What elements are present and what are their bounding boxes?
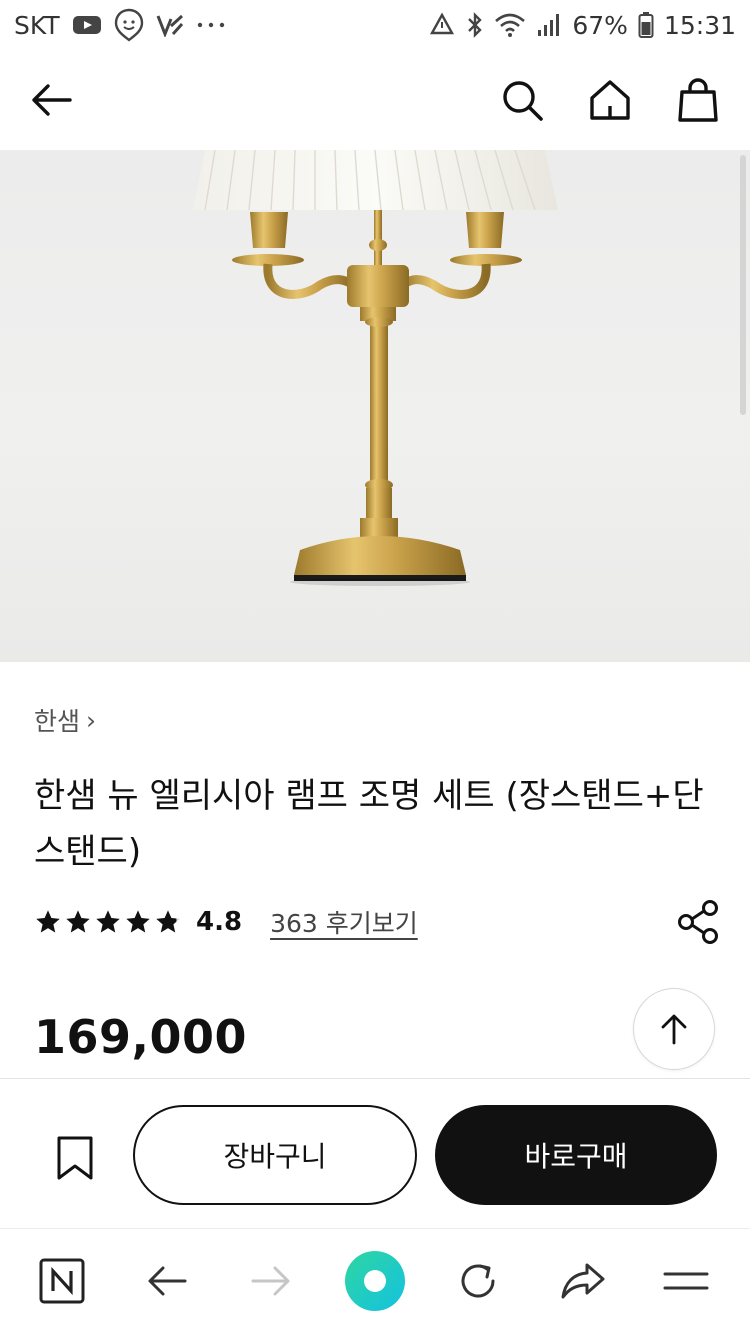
home-icon: [590, 80, 630, 120]
star-icon: [96, 910, 120, 933]
face-app-icon: [114, 8, 144, 42]
clock: 15:31: [663, 10, 736, 40]
browser-reload-button[interactable]: [448, 1251, 508, 1311]
star-icon: [36, 910, 60, 933]
bluetooth-icon: [466, 11, 484, 39]
star-icon: [156, 910, 180, 933]
home-button[interactable]: [586, 76, 634, 124]
purchase-bar: 장바구니 바로구매: [0, 1078, 750, 1228]
star-icon: [126, 910, 150, 933]
refresh-icon: [461, 1264, 495, 1298]
browser-forward-button[interactable]: [241, 1251, 301, 1311]
recycle-icon: [428, 12, 456, 38]
hamburger-menu-icon: [663, 1272, 709, 1290]
rating-row: 4.8 363 후기보기: [34, 900, 418, 944]
forward-share-icon: [561, 1263, 605, 1299]
status-bar: SKT 67% 15:31: [0, 0, 750, 50]
browser-menu-button[interactable]: [656, 1251, 716, 1311]
product-price: 169,000: [34, 1010, 248, 1064]
bookmark-button[interactable]: [52, 1133, 98, 1183]
carrier-label: SKT: [14, 10, 60, 40]
star-rating: [34, 908, 182, 936]
share-button[interactable]: [672, 896, 724, 948]
arrow-right-icon: [251, 1266, 290, 1296]
more-dots-icon: [196, 20, 226, 30]
product-image-gallery[interactable]: 3 5: [0, 150, 750, 662]
cart-button[interactable]: [674, 76, 722, 124]
naver-n-icon: [39, 1258, 85, 1304]
v-app-icon: [156, 13, 184, 37]
app-header: [0, 50, 750, 150]
product-title: 한샘 뉴 엘리시아 램프 조명 세트 (장스탠드+단스탠드): [34, 776, 704, 872]
search-icon: [503, 81, 543, 121]
youtube-icon: [72, 14, 102, 36]
star-icon: [66, 910, 90, 933]
arrow-up-icon: [661, 1014, 687, 1045]
scrollbar-thumb[interactable]: [740, 155, 746, 415]
chevron-right-icon: ›: [86, 705, 97, 735]
shopping-bag-icon: [678, 78, 718, 122]
signal-icon: [536, 12, 562, 38]
add-to-cart-button[interactable]: 장바구니: [133, 1105, 417, 1205]
brand-link[interactable]: 한샘 ›: [34, 702, 96, 738]
product-photo-lamp: [193, 150, 558, 586]
naver-home-button[interactable]: [32, 1251, 92, 1311]
share-icon: [678, 900, 718, 944]
browser-green-dot-button[interactable]: [343, 1249, 407, 1313]
browser-nav-bar: [0, 1228, 750, 1333]
bookmark-icon: [57, 1136, 93, 1180]
reviews-link[interactable]: 363 후기보기: [270, 904, 418, 940]
battery-icon: [638, 11, 654, 39]
wifi-icon: [494, 12, 526, 38]
search-button[interactable]: [498, 76, 546, 124]
scroll-to-top-button[interactable]: [633, 988, 715, 1070]
buy-now-button[interactable]: 바로구매: [435, 1105, 717, 1205]
green-dot-icon: [345, 1251, 405, 1311]
back-arrow-icon: [32, 84, 72, 116]
browser-back-button[interactable]: [137, 1251, 197, 1311]
back-button[interactable]: [28, 76, 76, 124]
rating-value: 4.8: [196, 907, 243, 937]
battery-percent: 67%: [572, 10, 628, 40]
browser-share-button[interactable]: [553, 1251, 613, 1311]
brand-name: 한샘: [34, 707, 81, 736]
arrow-left-icon: [148, 1266, 187, 1296]
